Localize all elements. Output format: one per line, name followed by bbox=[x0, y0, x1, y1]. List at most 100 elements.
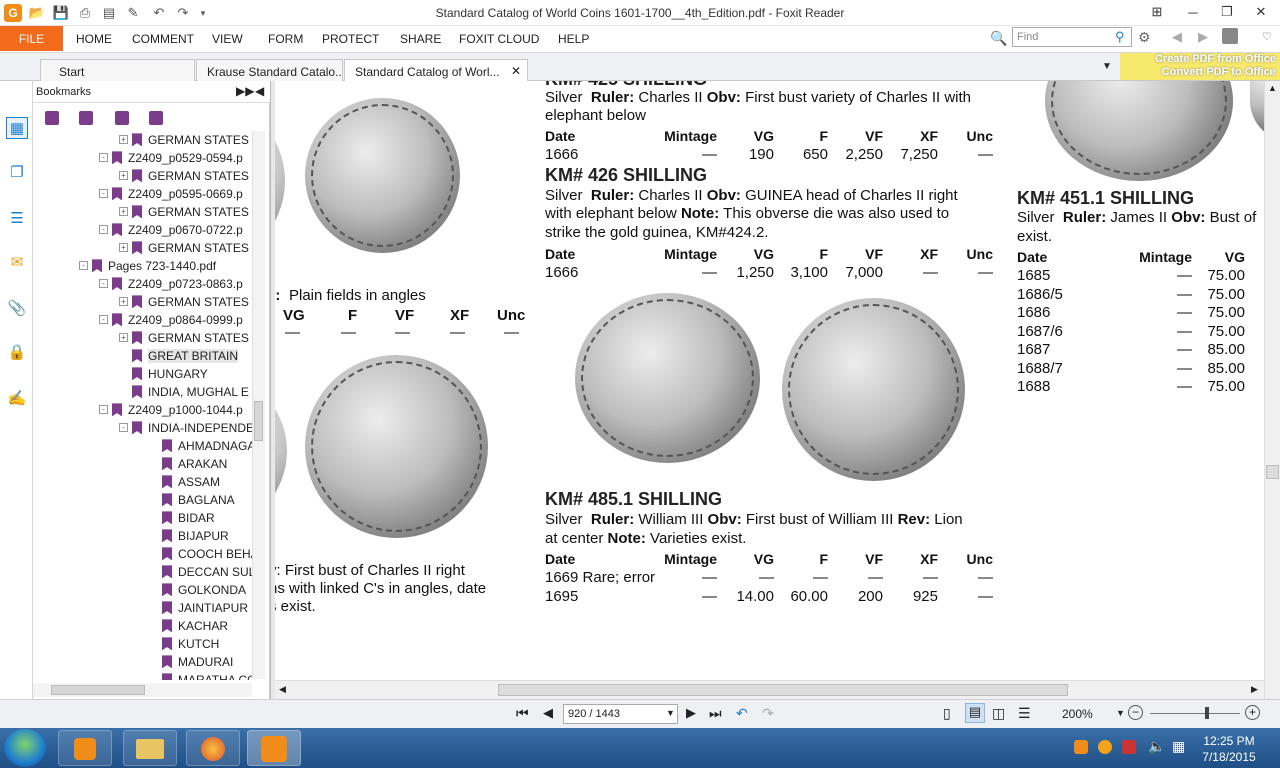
next-view-icon[interactable]: ↷ bbox=[762, 705, 774, 722]
tray-security-icon[interactable] bbox=[1122, 740, 1136, 754]
zoom-dropdown-chevron-icon[interactable]: ▼ bbox=[1116, 708, 1125, 718]
bookmark-item[interactable]: MADURAI bbox=[149, 654, 233, 672]
bookmark-item[interactable]: KACHAR bbox=[149, 618, 228, 636]
find-input[interactable]: Find bbox=[1012, 27, 1132, 47]
page-dropdown-chevron-icon[interactable]: ▼ bbox=[666, 708, 675, 718]
bookmark-item[interactable]: + GERMAN STATES bbox=[119, 294, 249, 312]
bookmark-item[interactable]: BIDAR bbox=[149, 510, 215, 528]
settings-gear-icon[interactable]: ⚙ bbox=[1138, 29, 1151, 46]
tray-foxit-icon[interactable] bbox=[1074, 740, 1088, 754]
scroll-thumb[interactable] bbox=[1266, 465, 1279, 479]
bookmark-item[interactable]: - INDIA-INDEPENDE bbox=[119, 420, 252, 438]
expand-toggle-icon[interactable]: + bbox=[119, 171, 128, 181]
tab-krause[interactable]: Krause Standard Catalo... bbox=[196, 59, 343, 81]
expand-toggle-icon[interactable]: + bbox=[119, 297, 128, 307]
document-horizontal-scrollbar[interactable]: ◀ ▶ bbox=[275, 680, 1264, 699]
windows-start-icon[interactable] bbox=[4, 729, 46, 767]
file-explorer-taskbar-icon[interactable] bbox=[123, 730, 177, 766]
bookmark-item[interactable]: - Z2409_p0864-0999.p bbox=[99, 312, 243, 330]
comments-icon[interactable]: ✉ bbox=[6, 251, 28, 273]
bookmark-vertical-scrollbar[interactable] bbox=[252, 131, 265, 679]
first-page-icon[interactable]: ⏮ bbox=[516, 705, 529, 722]
bookmark-horizontal-scrollbar[interactable] bbox=[33, 683, 252, 697]
tab-close-icon[interactable]: ✕ bbox=[511, 64, 521, 78]
bookmark-item[interactable]: + GERMAN STATES bbox=[119, 330, 249, 348]
collapse-toggle-icon[interactable]: - bbox=[119, 423, 128, 433]
continuous-page-icon[interactable]: ▤ bbox=[965, 703, 985, 723]
collapse-ribbon-icon[interactable]: ♡ bbox=[1262, 30, 1272, 43]
single-page-icon[interactable]: ▯ bbox=[943, 705, 951, 722]
menu-view[interactable]: VIEW bbox=[212, 32, 243, 46]
collapse-toggle-icon[interactable]: - bbox=[99, 315, 108, 325]
menu-form[interactable]: FORM bbox=[268, 32, 303, 46]
collapse-toggle-icon[interactable]: - bbox=[99, 405, 108, 415]
expand-toggle-icon[interactable]: + bbox=[119, 135, 128, 145]
user-avatar-icon[interactable] bbox=[1222, 28, 1238, 44]
bookmark-item[interactable]: + GERMAN STATES bbox=[119, 204, 249, 222]
bookmark-item[interactable]: INDIA, MUGHAL E bbox=[119, 384, 249, 402]
page-number-input[interactable]: 920 / 1443 bbox=[563, 704, 678, 724]
bookmark-item[interactable]: - Z2409_p0529-0594.p bbox=[99, 150, 243, 168]
bookmark-item[interactable]: - Z2409_p1000-1044.p bbox=[99, 402, 243, 420]
bookmark-item[interactable]: + GERMAN STATES bbox=[119, 132, 249, 150]
minimize-icon[interactable]: ─ bbox=[1176, 0, 1210, 24]
bookmark-item[interactable]: AHMADNAGAR bbox=[149, 438, 252, 456]
network-icon[interactable]: ▦ bbox=[1172, 738, 1185, 755]
bookmark-item[interactable]: BAGLANA bbox=[149, 492, 235, 510]
create-convert-pdf-banner[interactable]: Create PDF from Office Convert PDF to Of… bbox=[1120, 53, 1280, 80]
last-page-icon[interactable]: ⏭ bbox=[709, 705, 722, 722]
zoom-level[interactable]: 200% bbox=[1062, 707, 1093, 721]
zoom-out-icon[interactable]: − bbox=[1128, 705, 1143, 720]
bookmark-item[interactable]: MARATHA CO bbox=[149, 672, 252, 680]
document-vertical-scrollbar[interactable]: ▲ bbox=[1264, 81, 1280, 699]
document-view[interactable]: v: Plain fields in angles VG F VF XF Unc… bbox=[275, 81, 1264, 680]
collapse-panel-icon[interactable]: ◀ bbox=[255, 84, 264, 98]
facing-page-icon[interactable]: ◫ bbox=[992, 705, 1005, 722]
expand-toggle-icon[interactable]: + bbox=[119, 333, 128, 343]
collapse-toggle-icon[interactable]: - bbox=[99, 279, 108, 289]
system-clock[interactable]: 12:25 PM 7/18/2015 bbox=[1196, 733, 1262, 765]
media-player-taskbar-icon[interactable] bbox=[58, 730, 112, 766]
firefox-taskbar-icon[interactable] bbox=[186, 730, 240, 766]
volume-icon[interactable]: 🔈 bbox=[1148, 738, 1165, 755]
scroll-left-icon[interactable]: ◀ bbox=[279, 684, 286, 695]
bookmark-item[interactable]: HUNGARY bbox=[119, 366, 208, 384]
find-bookmark-icon[interactable] bbox=[149, 111, 163, 125]
tray-update-icon[interactable] bbox=[1098, 740, 1112, 754]
continuous-facing-icon[interactable]: ☰ bbox=[1018, 705, 1031, 722]
bookmark-item[interactable]: ARAKAN bbox=[149, 456, 227, 474]
bookmark-item[interactable]: - Pages 723-1440.pdf bbox=[79, 258, 216, 276]
previous-page-icon[interactable]: ◀ bbox=[543, 705, 553, 721]
file-menu-button[interactable]: FILE bbox=[0, 26, 63, 51]
bookmark-item[interactable]: - Z2409_p0723-0863.p bbox=[99, 276, 243, 294]
menu-comment[interactable]: COMMENT bbox=[132, 32, 194, 46]
bookmark-item[interactable]: + GERMAN STATES bbox=[119, 240, 249, 258]
tab-start[interactable]: Start bbox=[40, 59, 195, 81]
next-page-icon[interactable]: ▶ bbox=[686, 705, 696, 721]
zoom-slider[interactable] bbox=[1150, 713, 1240, 714]
expand-panel-icon[interactable]: ▶▶ bbox=[236, 84, 254, 98]
scroll-thumb[interactable] bbox=[51, 685, 145, 695]
menu-home[interactable]: HOME bbox=[76, 32, 112, 46]
next-result-icon[interactable]: ▶ bbox=[1198, 29, 1208, 45]
bookmark-item[interactable]: - Z2409_p0670-0722.p bbox=[99, 222, 243, 240]
search-icon[interactable]: ⚲ bbox=[1115, 29, 1125, 45]
add-bookmark-icon[interactable] bbox=[79, 111, 93, 125]
bookmark-item[interactable]: JAINTIAPUR bbox=[149, 600, 248, 618]
scroll-thumb[interactable] bbox=[254, 401, 263, 441]
restore-icon[interactable]: ❐ bbox=[1210, 0, 1244, 24]
menu-protect[interactable]: PROTECT bbox=[322, 32, 379, 46]
menu-share[interactable]: SHARE bbox=[400, 32, 441, 46]
collapse-toggle-icon[interactable]: - bbox=[99, 189, 108, 199]
menu-help[interactable]: HELP bbox=[558, 32, 589, 46]
tab-list-chevron-icon[interactable]: ▼ bbox=[1102, 61, 1112, 72]
expand-toggle-icon[interactable]: + bbox=[119, 207, 128, 217]
tab-standard-catalog[interactable]: Standard Catalog of Worl... ✕ bbox=[344, 59, 528, 81]
attachments-icon[interactable]: 📎 bbox=[6, 297, 28, 319]
page-thumbnails-icon[interactable]: ❐ bbox=[6, 161, 28, 183]
bookmark-item[interactable]: ASSAM bbox=[149, 474, 220, 492]
security-lock-icon[interactable]: 🔒 bbox=[6, 341, 28, 363]
zoom-slider-thumb[interactable] bbox=[1205, 707, 1209, 719]
previous-result-icon[interactable]: ◀ bbox=[1172, 29, 1182, 45]
bookmark-item[interactable]: GREAT BRITAIN bbox=[119, 348, 239, 366]
